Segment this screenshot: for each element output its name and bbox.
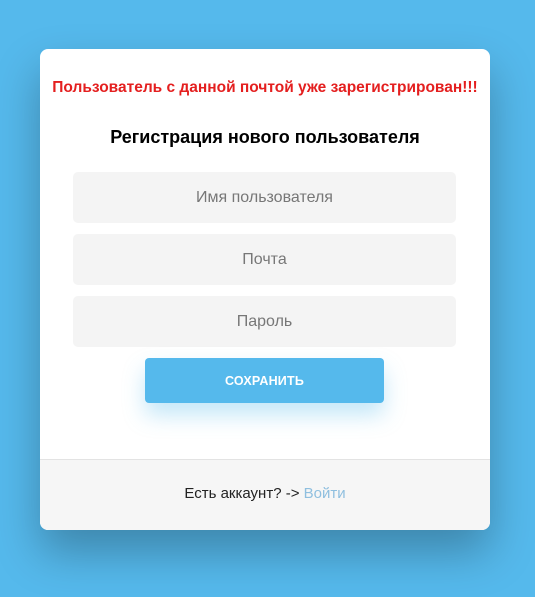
username-input[interactable] — [73, 172, 456, 223]
error-message: Пользователь с данной почтой уже зарегис… — [52, 79, 478, 96]
form-title: Регистрация нового пользователя — [110, 127, 420, 147]
email-input[interactable] — [73, 234, 456, 285]
account-prompt: Есть аккаунт? -> — [184, 485, 300, 502]
card-footer: Есть аккаунт? -> Войти — [40, 459, 490, 530]
registration-card: Пользователь с данной почтой уже зарегис… — [40, 49, 490, 530]
save-button[interactable]: СОХРАНИТЬ — [145, 358, 384, 403]
footer-line: Есть аккаунт? -> Войти — [40, 485, 490, 502]
password-input[interactable] — [73, 296, 456, 347]
login-link[interactable]: Войти — [304, 485, 346, 502]
